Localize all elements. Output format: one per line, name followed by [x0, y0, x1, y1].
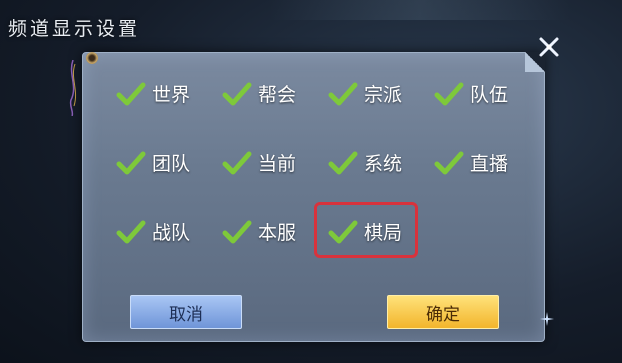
channel-label: 世界 — [152, 84, 191, 106]
pin-icon — [86, 52, 98, 64]
page-title: 频道显示设置 — [8, 18, 141, 40]
checkmark-icon — [116, 82, 146, 105]
checkmark-icon — [434, 151, 464, 174]
background-banner — [270, 0, 570, 20]
channel-label: 直播 — [470, 153, 509, 175]
channel-label: 系统 — [364, 153, 403, 175]
channel-checkbox-sect[interactable]: 宗派 — [328, 80, 402, 107]
channel-label: 帮会 — [258, 84, 297, 106]
tassel-decoration — [69, 60, 77, 116]
channel-checkbox-server[interactable]: 本服 — [222, 218, 296, 245]
checkmark-icon — [328, 151, 358, 174]
checkmark-icon — [116, 220, 146, 243]
highlight-box — [314, 202, 418, 258]
channel-label: 当前 — [258, 153, 297, 175]
channel-label: 宗派 — [364, 84, 403, 106]
channel-label: 队伍 — [470, 84, 509, 106]
checkmark-icon — [222, 151, 252, 174]
channel-label: 战队 — [152, 222, 191, 244]
channel-checkbox-world[interactable]: 世界 — [116, 80, 190, 107]
confirm-button[interactable]: 确定 — [387, 295, 499, 329]
channel-checkbox-guild[interactable]: 帮会 — [222, 80, 296, 107]
channel-checkbox-squad[interactable]: 战队 — [116, 218, 190, 245]
checkmark-icon — [328, 82, 358, 105]
checkmark-icon — [434, 82, 464, 105]
channel-label: 本服 — [258, 222, 297, 244]
channel-checkbox-current[interactable]: 当前 — [222, 149, 296, 176]
channel-checkbox-party[interactable]: 队伍 — [434, 80, 508, 107]
checkmark-icon — [116, 151, 146, 174]
cancel-button[interactable]: 取消 — [130, 295, 242, 329]
checkmark-icon — [222, 220, 252, 243]
channel-checkbox-live[interactable]: 直播 — [434, 149, 508, 176]
channel-checkbox-team[interactable]: 团队 — [116, 149, 190, 176]
close-icon[interactable] — [534, 32, 564, 62]
channel-label: 团队 — [152, 153, 191, 175]
sparkle-icon — [540, 312, 554, 326]
checkmark-icon — [222, 82, 252, 105]
channel-checkbox-system[interactable]: 系统 — [328, 149, 402, 176]
